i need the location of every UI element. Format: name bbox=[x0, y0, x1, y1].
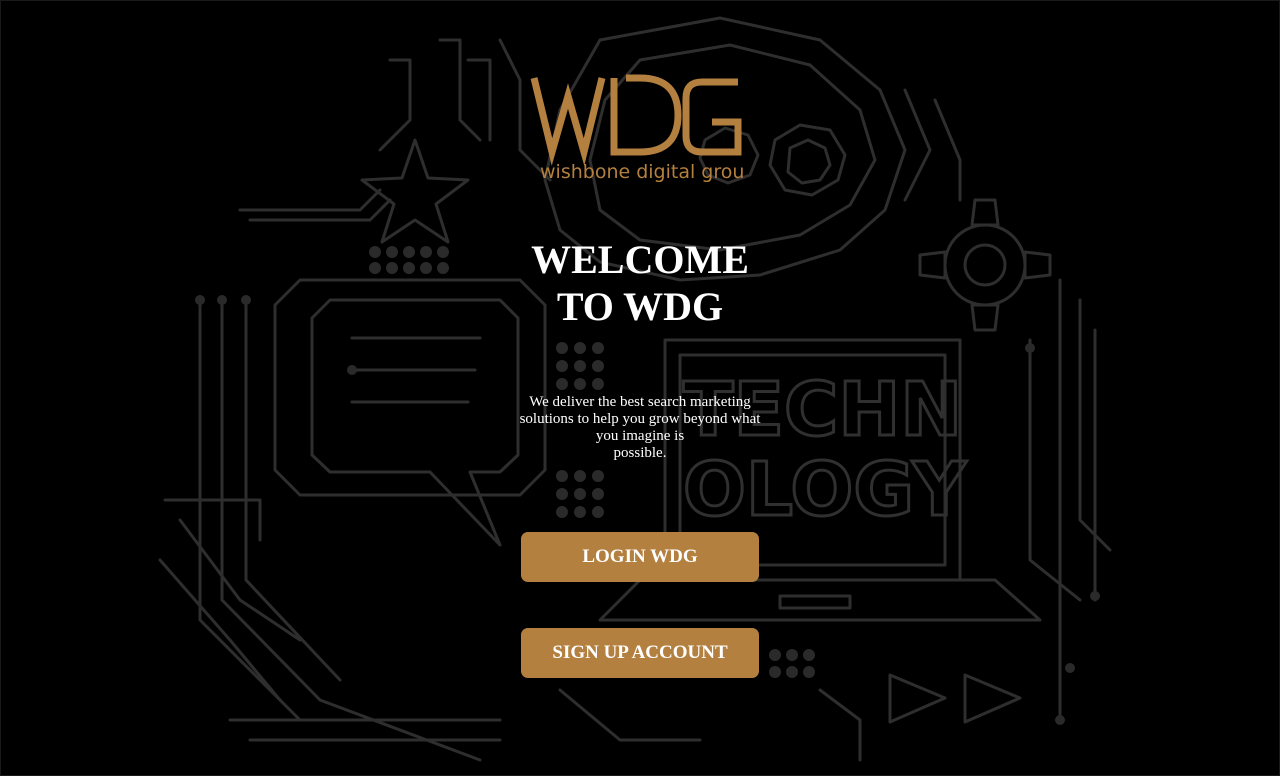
page-title: WELCOME TO WDG bbox=[440, 236, 840, 330]
logo-tagline: wishbone digital group bbox=[540, 161, 744, 183]
sign-up-button[interactable]: SIGN UP ACCOUNT bbox=[521, 628, 759, 678]
login-button[interactable]: LOGIN WDG bbox=[521, 532, 759, 582]
welcome-content: wishbone digital group WELCOME TO WDG We… bbox=[0, 0, 1280, 776]
page-title-line-1: WELCOME bbox=[531, 237, 749, 282]
tagline-line-2: solutions to help you grow beyond what bbox=[519, 411, 761, 427]
tagline-line-1: We deliver the best search marketing bbox=[529, 394, 751, 410]
page-title-line-2: TO WDG bbox=[556, 284, 724, 329]
tagline-line-3: you imagine is bbox=[595, 428, 685, 444]
page-tagline: We deliver the best search marketing sol… bbox=[510, 394, 770, 462]
tagline-line-4: possible. bbox=[613, 445, 667, 461]
wdg-logo: wishbone digital group bbox=[530, 74, 744, 186]
welcome-page: TECHN OLOGY wishbone digital group WELCO… bbox=[0, 0, 1280, 776]
